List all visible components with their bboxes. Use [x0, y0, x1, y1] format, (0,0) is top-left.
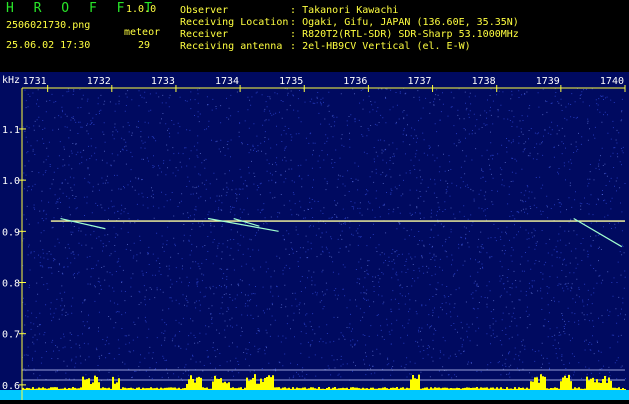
info-row-antenna: : 2el-HB9CV Vertical (el. E-W) [290, 41, 471, 52]
y-tick-label-0.9: 0.9 [2, 227, 20, 238]
info-key-antenna: Receiving antenna [180, 41, 283, 52]
y-axis-label: kHz [2, 75, 20, 86]
activity-baseline [0, 390, 629, 400]
y-tick-label-0.6: 0.6 [2, 381, 20, 392]
info-key-receiver: Receiver [180, 29, 229, 40]
location-value: Ogaki, Gifu, JAPAN (136.60E, 35.35N) [302, 17, 519, 28]
app-version: 1.0.0 [126, 4, 157, 15]
x-tick-label-1735: 1735 [279, 76, 303, 87]
x-tick-label-1734: 1734 [215, 76, 239, 87]
spectrogram-svg: kHz 1731 1732 1733 1734 1735 1736 1737 1738 1739 1… [0, 72, 629, 400]
meteor-label: meteor [124, 27, 161, 38]
x-tick-label-1738: 1738 [472, 76, 496, 87]
x-tick-label-1739: 1739 [536, 76, 560, 87]
spectrogram-plot: kHz 1731 1732 1733 1734 1735 1736 1737 1738 1739 1… [0, 72, 629, 400]
info-key-observer: Observer [180, 5, 229, 16]
observer-value: Takanori Kawachi [302, 5, 399, 16]
info-row-location: : Ogaki, Gifu, JAPAN (136.60E, 35.35N) [290, 17, 519, 28]
y-tick-label-0.8: 0.8 [2, 279, 20, 290]
x-tick-label-1736: 1736 [343, 76, 367, 87]
x-tick-label-1731: 1731 [23, 76, 47, 87]
y-tick-label-1.0: 1.0 [2, 176, 20, 187]
header-panel: H R O F F T 1.0.0 2506021730.png 25.06.0… [0, 0, 629, 72]
x-tick-label-1737: 1737 [407, 76, 431, 87]
datetime-label: 25.06.02 17:30 [6, 40, 91, 51]
meteor-count: 29 [138, 40, 151, 51]
info-key-location: Receiving Location [180, 17, 289, 28]
filename-label: 2506021730.png [6, 20, 91, 31]
info-row-observer: : Takanori Kawachi [290, 5, 399, 16]
y-tick-label-1.1: 1.1 [2, 125, 20, 136]
info-row-receiver: : R820T2(RTL-SDR) SDR-Sharp 53.1000MHz [290, 29, 519, 40]
receiver-value: R820T2(RTL-SDR) SDR-Sharp 53.1000MHz [302, 29, 519, 40]
x-tick-label-1733: 1733 [151, 76, 175, 87]
x-tick-label-1740: 1740 [600, 76, 624, 87]
antenna-value: 2el-HB9CV Vertical (el. E-W) [302, 41, 471, 52]
x-tick-label-1732: 1732 [87, 76, 111, 87]
y-tick-label-0.7: 0.7 [2, 330, 20, 341]
